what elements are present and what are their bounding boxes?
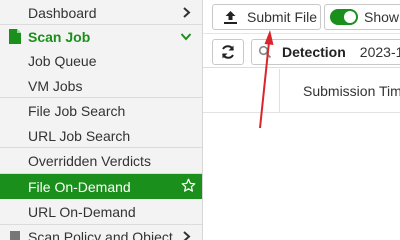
search-icon xyxy=(258,45,272,59)
table-header: Submission Time xyxy=(203,69,400,113)
filter-bar: Detection 2023-12-0 xyxy=(203,34,400,68)
refresh-button[interactable] xyxy=(212,39,244,65)
sidebar: Dashboard Scan Job Job Queue VM Jobs Fil… xyxy=(0,0,203,240)
star-outline-icon[interactable] xyxy=(181,178,196,193)
sidebar-item-url-on-demand[interactable]: URL On-Demand xyxy=(0,199,202,224)
sidebar-item-scan-policy-and-object[interactable]: Scan Policy and Object xyxy=(0,224,202,240)
show-toggle-button[interactable]: Show F xyxy=(324,4,400,30)
refresh-icon xyxy=(222,45,234,59)
sidebar-item-file-on-demand[interactable]: File On-Demand xyxy=(0,174,202,199)
sidebar-item-label: File On-Demand xyxy=(28,178,131,195)
sidebar-item-label: VM Jobs xyxy=(28,77,83,94)
chevron-right-icon xyxy=(183,231,191,240)
policy-icon xyxy=(10,231,20,240)
sidebar-item-vm-jobs[interactable]: VM Jobs xyxy=(0,73,202,98)
sidebar-item-file-job-search[interactable]: File Job Search xyxy=(0,98,202,123)
show-toggle-label: Show F xyxy=(364,9,400,25)
sidebar-item-label: URL Job Search xyxy=(28,127,131,144)
sidebar-item-overridden-verdicts[interactable]: Overridden Verdicts xyxy=(0,148,202,173)
filter-input[interactable]: Detection 2023-12-0 xyxy=(251,39,400,65)
upload-icon xyxy=(224,10,237,24)
filter-key: Detection xyxy=(282,44,346,60)
column-header-submission-time[interactable]: Submission Time xyxy=(303,83,400,99)
sidebar-item-scan-job[interactable]: Scan Job xyxy=(0,24,202,49)
document-icon xyxy=(9,29,21,44)
chevron-down-icon xyxy=(180,33,192,41)
submit-file-button[interactable]: Submit File xyxy=(212,4,321,30)
submit-file-label: Submit File xyxy=(247,9,318,25)
toolbar: Submit File Show F xyxy=(203,0,400,34)
show-toggle-switch[interactable] xyxy=(330,9,358,25)
sidebar-item-url-job-search[interactable]: URL Job Search xyxy=(0,123,202,148)
sidebar-item-dashboard[interactable]: Dashboard xyxy=(0,0,202,25)
sidebar-item-label: Dashboard xyxy=(28,4,97,21)
filter-value: 2023-12-0 xyxy=(359,44,400,60)
sidebar-item-label: Scan Policy and Object xyxy=(28,228,173,240)
sidebar-item-label: File Job Search xyxy=(28,102,126,119)
sidebar-item-job-queue[interactable]: Job Queue xyxy=(0,48,202,73)
sidebar-item-label: Scan Job xyxy=(28,28,91,45)
sidebar-item-label: URL On-Demand xyxy=(28,203,136,220)
column-divider xyxy=(279,69,280,113)
sidebar-item-label: Overridden Verdicts xyxy=(28,152,151,169)
chevron-right-icon xyxy=(183,7,191,18)
sidebar-item-label: Job Queue xyxy=(28,52,97,69)
